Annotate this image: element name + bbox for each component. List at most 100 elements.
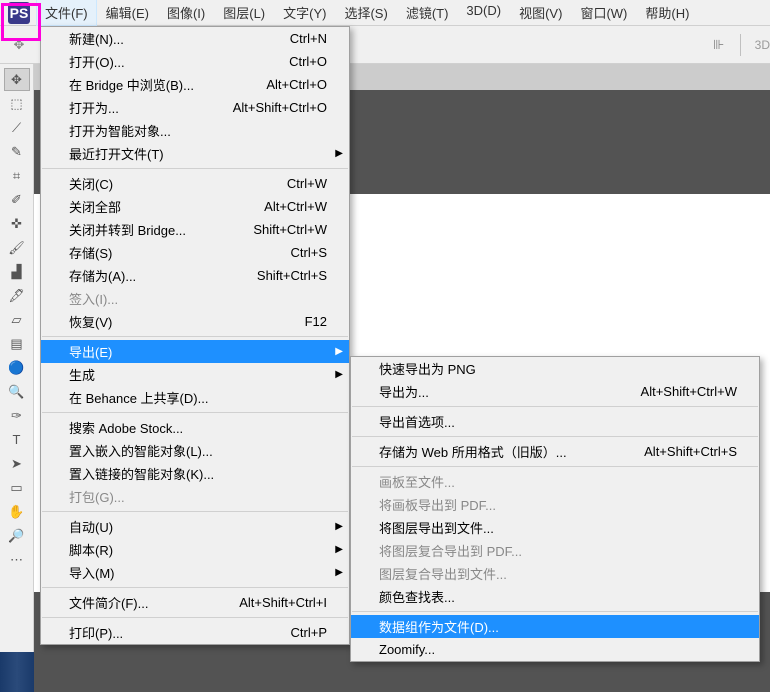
- lasso-tool[interactable]: ⟋: [4, 116, 30, 139]
- gradient-tool[interactable]: ▤: [4, 332, 30, 355]
- file-menu-item-25[interactable]: 脚本(R) ▶: [41, 538, 349, 561]
- file-menu-item-24[interactable]: 自动(U)▶: [41, 515, 349, 538]
- file-menu-item-0[interactable]: 新建(N)...Ctrl+N: [41, 27, 349, 50]
- file-menu-item-3[interactable]: 打开为...Alt+Shift+Ctrl+O: [41, 96, 349, 119]
- menu-item-shortcut: Alt+Shift+Ctrl+S: [624, 444, 737, 459]
- shape-tool[interactable]: ▭: [4, 476, 30, 499]
- zoom-tool[interactable]: 🔎: [4, 524, 30, 547]
- file-menu-item-2[interactable]: 在 Bridge 中浏览(B)...Alt+Ctrl+O: [41, 73, 349, 96]
- menu-item-label: 恢复(V): [69, 312, 112, 331]
- menu-视图[interactable]: 视图(V): [510, 0, 571, 26]
- file-menu-item-28[interactable]: 文件简介(F)...Alt+Shift+Ctrl+I: [41, 591, 349, 614]
- eyedropper-tool[interactable]: ✐: [4, 188, 30, 211]
- menu-item-label: 置入嵌入的智能对象(L)...: [69, 441, 213, 460]
- path-select-tool[interactable]: ➤: [4, 452, 30, 475]
- file-menu-item-1[interactable]: 打开(O)...Ctrl+O: [41, 50, 349, 73]
- menu-编辑[interactable]: 编辑(E): [97, 0, 158, 26]
- file-menu-item-10[interactable]: 存储(S)Ctrl+S: [41, 241, 349, 264]
- export-menu-item-8: 将画板导出到 PDF...: [351, 493, 759, 516]
- brush-tool[interactable]: 🖌: [4, 236, 30, 259]
- hand-tool[interactable]: ✋: [4, 500, 30, 523]
- export-menu-item-15[interactable]: Zoomify...: [351, 638, 759, 661]
- menu-选择[interactable]: 选择(S): [335, 0, 396, 26]
- menu-图像[interactable]: 图像(I): [158, 0, 214, 26]
- menu-item-label: 关闭全部: [69, 197, 121, 216]
- mode-3d-label[interactable]: 3D: [755, 38, 770, 52]
- type-tool[interactable]: T: [4, 428, 30, 451]
- menu-item-label: 搜索 Adobe Stock...: [69, 418, 183, 437]
- submenu-arrow-icon: ▶: [335, 544, 343, 555]
- file-menu-item-22: 打包(G)...: [41, 485, 349, 508]
- export-menu-item-3[interactable]: 导出首选项...: [351, 410, 759, 433]
- export-menu-item-14[interactable]: 数据组作为文件(D)...: [351, 615, 759, 638]
- menu-item-shortcut: Alt+Shift+Ctrl+O: [213, 100, 327, 115]
- history-brush-tool[interactable]: 🖋: [4, 284, 30, 307]
- dodge-tool[interactable]: 🔍: [4, 380, 30, 403]
- file-menu-item-13[interactable]: 恢复(V) F12: [41, 310, 349, 333]
- menu-item-label: Zoomify...: [379, 642, 435, 657]
- file-menu-item-26[interactable]: 导入(M) ▶: [41, 561, 349, 584]
- crop-tool[interactable]: ⌗: [4, 164, 30, 187]
- submenu-arrow-icon: ▶: [335, 567, 343, 578]
- export-menu-item-1[interactable]: 导出为...Alt+Shift+Ctrl+W: [351, 380, 759, 403]
- menu-item-label: 置入链接的智能对象(K)...: [69, 464, 214, 483]
- menu-滤镜[interactable]: 滤镜(T): [397, 0, 458, 26]
- file-menu-item-30[interactable]: 打印(P)...Ctrl+P: [41, 621, 349, 644]
- menu-item-label: 脚本(R): [69, 540, 113, 559]
- file-menu-item-5[interactable]: 最近打开文件(T) ▶: [41, 142, 349, 165]
- menu-帮助[interactable]: 帮助(H): [636, 0, 698, 26]
- file-menu-item-17[interactable]: 在 Behance 上共享(D)...: [41, 386, 349, 409]
- tool-preset-icon[interactable]: ✥: [8, 34, 30, 56]
- export-menu-item-12[interactable]: 颜色查找表...: [351, 585, 759, 608]
- pen-tool[interactable]: ✑: [4, 404, 30, 427]
- file-menu-item-19[interactable]: 搜索 Adobe Stock...: [41, 416, 349, 439]
- healing-tool[interactable]: ✜: [4, 212, 30, 235]
- menu-item-label: 数据组作为文件(D)...: [379, 617, 499, 636]
- file-menu-item-7[interactable]: 关闭(C)Ctrl+W: [41, 172, 349, 195]
- distribute-icon[interactable]: ⊪: [708, 34, 730, 56]
- submenu-arrow-icon: ▶: [335, 148, 343, 159]
- menu-item-label: 导入(M): [69, 563, 115, 582]
- submenu-arrow-icon: ▶: [335, 369, 343, 380]
- file-menu-item-11[interactable]: 存储为(A)...Shift+Ctrl+S: [41, 264, 349, 287]
- stamp-tool[interactable]: ▟: [4, 260, 30, 283]
- menu-item-label: 导出(E): [69, 342, 112, 361]
- file-menu-item-20[interactable]: 置入嵌入的智能对象(L)...: [41, 439, 349, 462]
- menu-窗口[interactable]: 窗口(W): [571, 0, 636, 26]
- blur-tool[interactable]: 🔵: [4, 356, 30, 379]
- move-tool[interactable]: ✥: [4, 68, 30, 91]
- export-menu-item-10: 将图层复合导出到 PDF...: [351, 539, 759, 562]
- menu-图层[interactable]: 图层(L): [214, 0, 274, 26]
- menu-item-shortcut: Shift+Ctrl+S: [237, 268, 327, 283]
- quick-select-tool[interactable]: ✎: [4, 140, 30, 163]
- file-menu-item-16[interactable]: 生成▶: [41, 363, 349, 386]
- menu-item-shortcut: F12: [285, 314, 327, 329]
- file-menu-item-9[interactable]: 关闭并转到 Bridge... Shift+Ctrl+W: [41, 218, 349, 241]
- menu-item-label: 将图层复合导出到 PDF...: [379, 541, 522, 560]
- menu-item-label: 关闭并转到 Bridge...: [69, 220, 186, 239]
- color-swatches[interactable]: [0, 652, 34, 692]
- file-menu-item-4[interactable]: 打开为智能对象...: [41, 119, 349, 142]
- file-menu-item-8[interactable]: 关闭全部Alt+Ctrl+W: [41, 195, 349, 218]
- menu-item-label: 关闭(C): [69, 174, 113, 193]
- file-menu-item-15[interactable]: 导出(E)▶: [41, 340, 349, 363]
- menu-item-label: 自动(U): [69, 517, 113, 536]
- menu-item-shortcut: Shift+Ctrl+W: [233, 222, 327, 237]
- menu-item-shortcut: Ctrl+P: [271, 625, 327, 640]
- marquee-tool[interactable]: ⬚: [4, 92, 30, 115]
- export-menu-item-0[interactable]: 快速导出为 PNG: [351, 357, 759, 380]
- export-menu-item-5[interactable]: 存储为 Web 所用格式（旧版）...Alt+Shift+Ctrl+S: [351, 440, 759, 463]
- menu-item-label: 画板至文件...: [379, 472, 455, 491]
- menu-item-label: 签入(I)...: [69, 289, 118, 308]
- export-menu-item-9[interactable]: 将图层导出到文件...: [351, 516, 759, 539]
- file-menu-item-21[interactable]: 置入链接的智能对象(K)...: [41, 462, 349, 485]
- eraser-tool[interactable]: ▱: [4, 308, 30, 331]
- menu-item-shortcut: Alt+Shift+Ctrl+W: [621, 384, 737, 399]
- menu-item-label: 最近打开文件(T): [69, 144, 164, 163]
- menu-文件[interactable]: 文件(F): [36, 0, 97, 26]
- menu-文字[interactable]: 文字(Y): [274, 0, 335, 26]
- more-tool[interactable]: ⋯: [4, 548, 30, 571]
- menu-3d[interactable]: 3D(D): [457, 0, 510, 26]
- menu-item-label: 图层复合导出到文件...: [379, 564, 507, 583]
- menu-item-label: 将画板导出到 PDF...: [379, 495, 496, 514]
